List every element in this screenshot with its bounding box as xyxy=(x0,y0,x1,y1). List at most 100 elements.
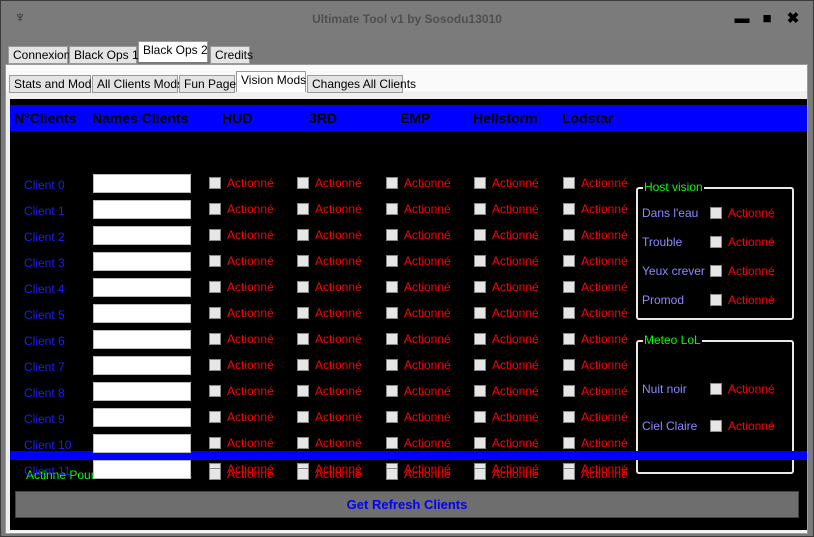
tab-connexion[interactable]: Connexion xyxy=(8,46,70,64)
checkbox-hellstorm[interactable] xyxy=(474,177,486,189)
checkbox-lodstar[interactable] xyxy=(563,411,575,423)
checkbox-lodstar[interactable] xyxy=(563,177,575,189)
checkbox-hud[interactable] xyxy=(209,333,221,345)
checkbox-label-lodstar: Actionné xyxy=(581,358,628,372)
checkbox-hud[interactable] xyxy=(209,281,221,293)
checkbox-emp[interactable] xyxy=(386,307,398,319)
checkbox-hud[interactable] xyxy=(209,411,221,423)
checkbox-hud[interactable] xyxy=(209,177,221,189)
checkbox-3rd[interactable] xyxy=(297,229,309,241)
checkbox-lodstar[interactable] xyxy=(563,255,575,267)
checkbox-hellstorm[interactable] xyxy=(474,359,486,371)
maximize-button[interactable]: ■ xyxy=(757,10,777,28)
all-checkbox-emp[interactable] xyxy=(386,468,398,480)
checkbox-emp[interactable] xyxy=(386,229,398,241)
client-name-input[interactable] xyxy=(93,174,191,193)
checkbox-3rd[interactable] xyxy=(297,333,309,345)
checkbox-lodstar[interactable] xyxy=(563,281,575,293)
checkbox-lodstar[interactable] xyxy=(563,307,575,319)
client-name-input[interactable] xyxy=(93,356,191,375)
client-name-input[interactable] xyxy=(93,434,191,453)
window-title: Ultimate Tool v1 by Sosodu13010 xyxy=(312,12,502,26)
checkbox-hud[interactable] xyxy=(209,229,221,241)
all-checkbox-hellstorm[interactable] xyxy=(474,468,486,480)
title-bar[interactable]: ♆ Ultimate Tool v1 by Sosodu13010 ▬ ■ ✖ xyxy=(1,1,813,39)
tab-black-ops-1[interactable]: Black Ops 1 xyxy=(69,46,139,64)
checkbox-hellstorm[interactable] xyxy=(474,411,486,423)
checkbox-emp[interactable] xyxy=(386,437,398,449)
checkbox-hellstorm[interactable] xyxy=(474,203,486,215)
client-name-input[interactable] xyxy=(93,200,191,219)
client-name-input[interactable] xyxy=(93,252,191,271)
tab-changes-all-clients[interactable]: Changes All Clients xyxy=(307,75,416,93)
checkbox-hud[interactable] xyxy=(209,437,221,449)
checkbox-3rd[interactable] xyxy=(297,359,309,371)
client-name-input[interactable] xyxy=(93,382,191,401)
checkbox-emp[interactable] xyxy=(386,385,398,397)
client-name-input[interactable] xyxy=(93,304,191,323)
checkbox-3rd[interactable] xyxy=(297,385,309,397)
tab-black-ops-2[interactable]: Black Ops 2 xyxy=(138,41,208,62)
minimize-button[interactable]: ▬ xyxy=(732,10,752,28)
checkbox-hud[interactable] xyxy=(209,307,221,319)
checkbox-emp[interactable] xyxy=(386,333,398,345)
host-vision-checkbox[interactable] xyxy=(710,294,722,306)
checkbox-hellstorm[interactable] xyxy=(474,437,486,449)
checkbox-hellstorm[interactable] xyxy=(474,385,486,397)
checkbox-hellstorm[interactable] xyxy=(474,333,486,345)
checkbox-label-3rd: Actionné xyxy=(315,358,362,372)
checkbox-3rd[interactable] xyxy=(297,307,309,319)
checkbox-3rd[interactable] xyxy=(297,203,309,215)
checkbox-hellstorm[interactable] xyxy=(474,307,486,319)
checkbox-hud[interactable] xyxy=(209,255,221,267)
checkbox-3rd[interactable] xyxy=(297,255,309,267)
checkbox-lodstar[interactable] xyxy=(563,203,575,215)
client-name-input[interactable] xyxy=(93,278,191,297)
client-label: Client 1 xyxy=(24,204,65,218)
checkbox-lodstar[interactable] xyxy=(563,385,575,397)
checkbox-3rd[interactable] xyxy=(297,281,309,293)
checkbox-hellstorm[interactable] xyxy=(474,229,486,241)
meteo-checkbox[interactable] xyxy=(710,383,722,395)
all-checkbox-3rd[interactable] xyxy=(297,468,309,480)
checkbox-hud[interactable] xyxy=(209,385,221,397)
checkbox-3rd[interactable] xyxy=(297,177,309,189)
client-name-input[interactable] xyxy=(93,226,191,245)
host-vision-title: Host vision xyxy=(643,180,704,194)
checkbox-lodstar[interactable] xyxy=(563,333,575,345)
checkbox-emp[interactable] xyxy=(386,411,398,423)
checkbox-label-hud: Actionné xyxy=(227,358,274,372)
tab-vision-mods[interactable]: Vision Mods xyxy=(236,71,306,92)
checkbox-lodstar[interactable] xyxy=(563,229,575,241)
close-button[interactable]: ✖ xyxy=(783,10,803,28)
checkbox-emp[interactable] xyxy=(386,177,398,189)
tab-fun-page[interactable]: Fun Page xyxy=(179,75,236,93)
host-vision-checkbox[interactable] xyxy=(710,207,722,219)
checkbox-emp[interactable] xyxy=(386,255,398,267)
checkbox-emp[interactable] xyxy=(386,359,398,371)
refresh-clients-button[interactable]: Get Refresh Clients xyxy=(15,491,799,518)
meteo-checkbox[interactable] xyxy=(710,420,722,432)
all-checkbox-hud[interactable] xyxy=(209,468,221,480)
host-vision-checkbox[interactable] xyxy=(710,236,722,248)
checkbox-emp[interactable] xyxy=(386,203,398,215)
checkbox-3rd[interactable] xyxy=(297,437,309,449)
app-window: ♆ Ultimate Tool v1 by Sosodu13010 ▬ ■ ✖ … xyxy=(0,0,814,537)
checkbox-3rd[interactable] xyxy=(297,411,309,423)
client-name-input[interactable] xyxy=(93,408,191,427)
tab-all-clients-mods[interactable]: All Clients Mods xyxy=(92,75,183,93)
checkbox-hellstorm[interactable] xyxy=(474,255,486,267)
tab-stats-and-mods[interactable]: Stats and Mods xyxy=(9,75,97,93)
host-vision-checkbox[interactable] xyxy=(710,265,722,277)
tab-credits[interactable]: Credits xyxy=(210,46,253,64)
all-checkbox-lodstar[interactable] xyxy=(563,468,575,480)
checkbox-emp[interactable] xyxy=(386,281,398,293)
client-name-input[interactable] xyxy=(93,330,191,349)
checkbox-hud[interactable] xyxy=(209,359,221,371)
client-name-input[interactable] xyxy=(93,460,191,479)
checkbox-lodstar[interactable] xyxy=(563,359,575,371)
checkbox-hellstorm[interactable] xyxy=(474,281,486,293)
checkbox-label-3rd: Actionné xyxy=(315,176,362,190)
checkbox-hud[interactable] xyxy=(209,203,221,215)
checkbox-lodstar[interactable] xyxy=(563,437,575,449)
